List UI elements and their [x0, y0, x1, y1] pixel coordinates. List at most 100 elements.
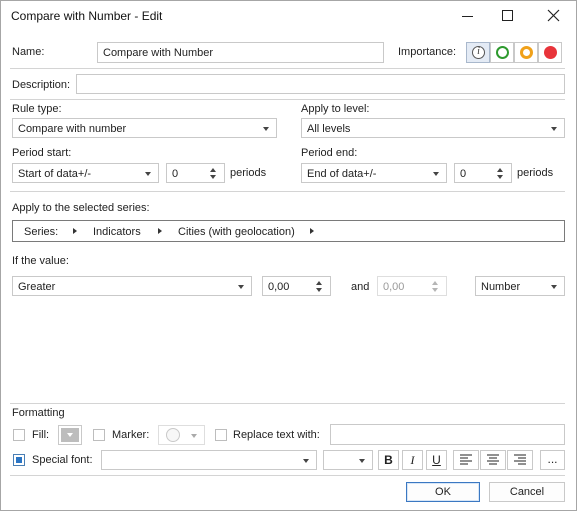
condition-label: If the value: — [12, 255, 69, 267]
separator — [10, 191, 565, 192]
spin-arrows-icon[interactable] — [209, 166, 218, 181]
align-left-button[interactable] — [453, 450, 479, 470]
period-start-unit: periods — [230, 167, 267, 179]
ok-button[interactable]: OK — [406, 482, 480, 502]
importance-red-button[interactable] — [538, 42, 562, 63]
fill-label: Fill: — [32, 429, 50, 441]
chevron-down-icon — [359, 459, 365, 463]
name-input[interactable]: Compare with Number — [97, 42, 384, 63]
close-glyph — [547, 9, 560, 22]
chevron-down-icon — [551, 127, 557, 131]
font-size-select[interactable] — [323, 450, 373, 470]
rule-type-label: Rule type: — [12, 103, 62, 115]
chevron-down-icon — [191, 434, 197, 438]
rule-type-value: Compare with number — [18, 123, 127, 135]
replace-text-label: Replace text with: — [233, 429, 320, 441]
chevron-right-icon[interactable] — [73, 228, 77, 234]
spin-arrows-icon[interactable] — [431, 279, 440, 294]
special-font-label: Special font: — [32, 454, 93, 466]
chevron-down-icon — [67, 433, 73, 437]
cancel-button[interactable]: Cancel — [489, 482, 565, 502]
spin-arrows-icon[interactable] — [315, 279, 324, 294]
rule-type-select[interactable]: Compare with number — [12, 118, 277, 138]
close-icon[interactable] — [538, 1, 570, 31]
fill-color-swatch — [61, 428, 79, 442]
period-start-select[interactable]: Start of data+/- — [12, 163, 159, 183]
period-start-value: Start of data+/- — [18, 168, 92, 180]
and-label: and — [351, 281, 370, 293]
red-circle-icon — [544, 46, 557, 59]
number-format-select[interactable]: Number — [475, 276, 565, 296]
italic-button[interactable]: I — [402, 450, 423, 470]
period-end-value: End of data+/- — [307, 168, 377, 180]
formatting-label: Formatting — [12, 407, 65, 419]
chevron-right-icon[interactable] — [158, 228, 162, 234]
more-options-button[interactable]: ... — [540, 450, 565, 470]
replace-text-checkbox[interactable] — [215, 429, 227, 441]
series-breadcrumb[interactable]: Series: Indicators Cities (with geolocat… — [12, 220, 565, 242]
period-start-label: Period start: — [12, 147, 72, 159]
breadcrumb-item[interactable]: Cities (with geolocation) — [178, 225, 295, 239]
align-center-icon — [487, 454, 499, 465]
underline-button[interactable]: U — [426, 450, 447, 470]
replace-text-input[interactable] — [330, 424, 565, 445]
chevron-right-icon[interactable] — [310, 228, 314, 234]
condition-operator-select[interactable]: Greater — [12, 276, 252, 296]
bold-button[interactable]: B — [378, 450, 399, 470]
marker-checkbox[interactable] — [93, 429, 105, 441]
period-end-stepper[interactable]: 0 — [454, 163, 512, 183]
marker-label: Marker: — [112, 429, 150, 441]
special-font-checkbox[interactable] — [13, 454, 25, 466]
apply-level-select[interactable]: All levels — [301, 118, 565, 138]
period-start-stepper[interactable]: 0 — [166, 163, 225, 183]
info-icon: i — [472, 46, 485, 59]
separator — [10, 475, 565, 476]
separator — [10, 68, 565, 69]
period-end-select[interactable]: End of data+/- — [301, 163, 447, 183]
importance-green-button[interactable] — [490, 42, 514, 63]
maximize-icon[interactable] — [493, 1, 523, 31]
value1-stepper[interactable]: 0,00 — [262, 276, 331, 296]
spin-arrows-icon[interactable] — [496, 166, 505, 181]
breadcrumb-root[interactable]: Series: — [24, 225, 58, 239]
chevron-down-icon — [145, 172, 151, 176]
number-format-value: Number — [481, 281, 521, 293]
apply-level-label: Apply to level: — [301, 103, 370, 115]
separator — [10, 403, 565, 404]
period-end-unit: periods — [517, 167, 554, 179]
window-title: Compare with Number - Edit — [11, 9, 163, 23]
align-right-icon — [514, 454, 526, 465]
align-right-button[interactable] — [507, 450, 533, 470]
chevron-down-icon — [303, 459, 309, 463]
name-input-value: Compare with Number — [103, 47, 214, 59]
series-label: Apply to the selected series: — [12, 202, 150, 214]
importance-info-button[interactable]: i — [466, 42, 490, 63]
apply-level-value: All levels — [307, 123, 351, 135]
fill-color-picker[interactable] — [58, 425, 82, 445]
period-end-label: Period end: — [301, 147, 358, 159]
chevron-down-icon — [433, 172, 439, 176]
fill-checkbox[interactable] — [13, 429, 25, 441]
condition-operator-value: Greater — [18, 281, 56, 293]
value2-stepper[interactable]: 0,00 — [377, 276, 447, 296]
dialog-window: Compare with Number - Edit Name: Compare… — [0, 0, 577, 511]
marker-picker[interactable] — [158, 425, 205, 445]
breadcrumb-item[interactable]: Indicators — [93, 225, 141, 239]
align-center-button[interactable] — [480, 450, 506, 470]
font-family-select[interactable] — [101, 450, 317, 470]
orange-circle-icon — [520, 46, 533, 59]
value2-text: 0,00 — [383, 281, 405, 293]
period-end-count: 0 — [460, 168, 467, 180]
chevron-down-icon — [551, 285, 557, 289]
name-label: Name: — [12, 46, 45, 58]
marker-circle-icon — [166, 428, 180, 442]
minimize-icon[interactable] — [454, 1, 484, 31]
align-left-icon — [460, 454, 472, 465]
importance-orange-button[interactable] — [514, 42, 538, 63]
period-start-count: 0 — [172, 168, 179, 180]
info-icon-glyph: i — [477, 46, 480, 57]
description-input[interactable] — [76, 74, 565, 94]
importance-label: Importance: — [398, 46, 457, 58]
value1-text: 0,00 — [268, 281, 290, 293]
separator — [10, 99, 565, 100]
